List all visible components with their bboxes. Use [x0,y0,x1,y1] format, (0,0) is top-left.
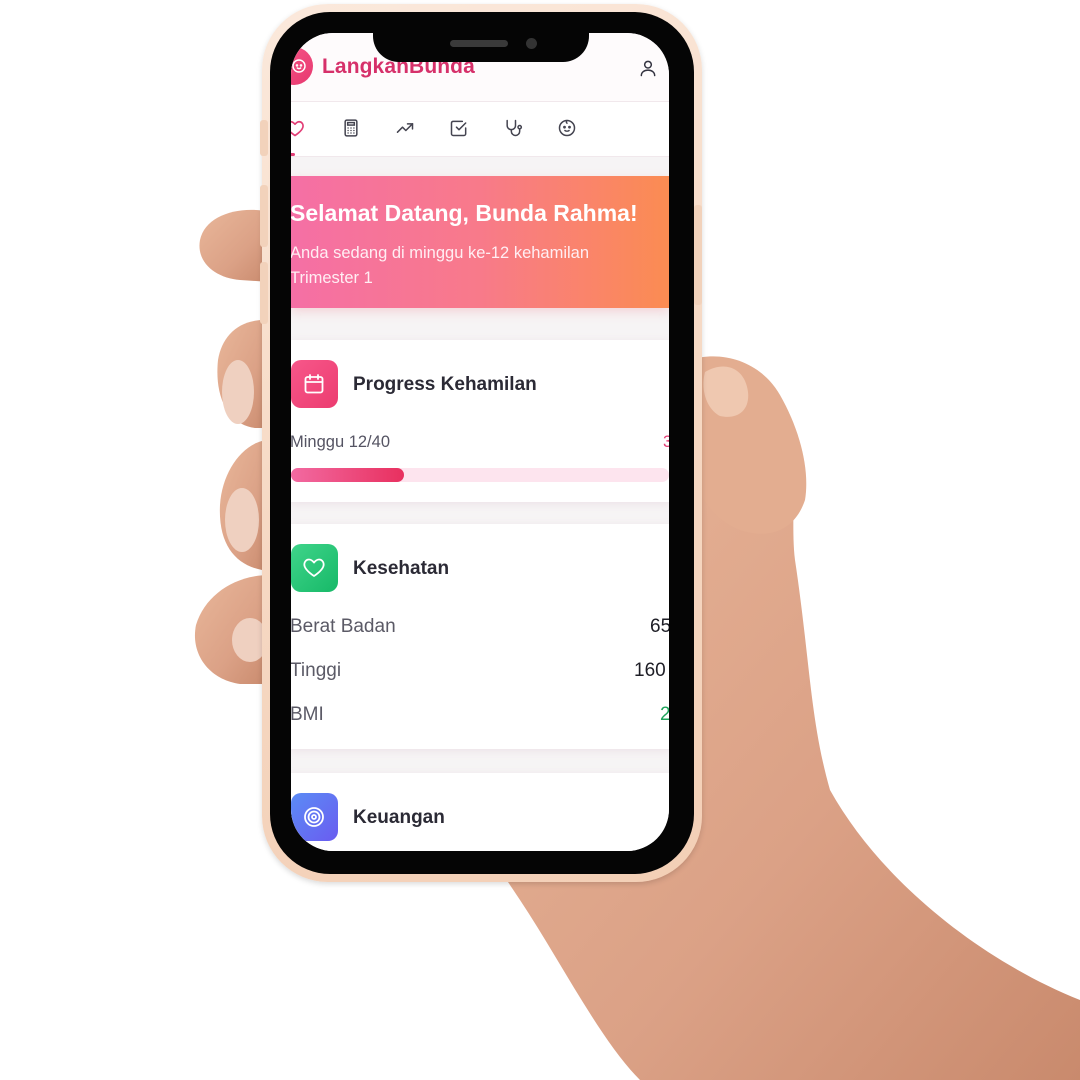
trending-up-icon [396,123,414,133]
weight-label: Berat Badan [291,616,396,637]
app-screen: LangkanBunda Selamat Datang, Bunda Rahma… [291,33,669,851]
progress-card-icon [291,360,338,408]
height-value: 160 [634,660,666,681]
progress-card[interactable]: Progress Kehamilan Minggu 12/40 3 [291,340,669,502]
progress-bar-track [291,468,669,482]
progress-card-title: Progress Kehamilan [353,374,537,395]
welcome-banner: Selamat Datang, Bunda Rahma! Anda sedang… [291,176,669,308]
calendar-icon [304,374,324,394]
baby-face-icon [292,59,306,73]
progress-bar-fill [291,468,405,482]
target-icon [304,807,324,827]
phone-side-button [260,120,268,156]
tab-calculator[interactable] [329,102,373,156]
calculator-icon [344,119,358,137]
welcome-title: Selamat Datang, Bunda Rahma! [291,200,638,226]
heart-icon [291,120,304,137]
phone-speaker [450,40,508,47]
baby-face-icon [558,119,576,137]
finance-card-title: Keuangan [353,807,445,828]
phone-volume-up-button [260,185,268,247]
tab-active-indicator [291,153,295,156]
app-logo[interactable] [291,47,313,85]
bmi-label: BMI [291,704,324,725]
tab-growth[interactable] [383,102,427,156]
tab-bar [291,102,669,157]
bmi-value: 2 [660,704,669,725]
finance-card[interactable]: Keuangan [291,773,669,851]
tab-checklist[interactable] [437,102,481,156]
height-label: Tinggi [291,660,342,681]
check-square-icon [450,120,467,137]
tab-home[interactable] [291,102,317,156]
tab-health-check[interactable] [491,102,535,156]
pregnancy-week-text: Anda sedang di minggu ke-12 kehamilan [291,244,590,262]
health-card[interactable]: Kesehatan Berat Badan 65 Tinggi 160 BMI … [291,524,669,749]
health-card-icon [291,544,338,592]
phone-notch [373,12,589,62]
tab-baby[interactable] [545,102,589,156]
heart-icon [303,558,325,577]
phone-power-button [694,205,702,305]
weight-value: 65 [650,616,669,637]
phone-volume-down-button [260,262,268,324]
user-icon[interactable] [638,57,658,79]
health-card-title: Kesehatan [353,558,450,579]
trimester-text: Trimester 1 [291,269,373,287]
progress-percent-value: 3 [663,433,669,451]
finance-card-icon [291,793,338,841]
phone-camera [526,38,537,49]
progress-week-label: Minggu 12/40 [291,433,390,451]
stethoscope-icon [506,119,523,137]
